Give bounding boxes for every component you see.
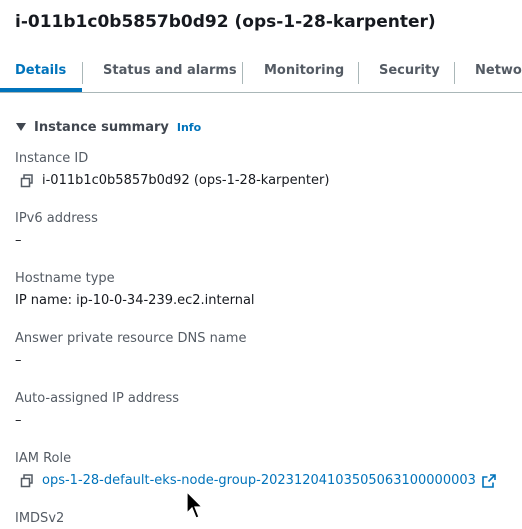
iam-role-value-row: ops-1-28-default-eks-node-group-20231204…: [15, 473, 496, 488]
hostname-type-label: Hostname type: [15, 271, 115, 286]
answer-private-dns-label: Answer private resource DNS name: [15, 331, 247, 346]
section-title: Instance summary: [34, 119, 169, 135]
copy-icon[interactable]: [20, 473, 34, 488]
imdsv2-label: IMDSv2: [15, 511, 65, 526]
tab-divider: [242, 62, 243, 84]
auto-assigned-ip-value: –: [15, 413, 22, 428]
instance-summary-toggle[interactable]: Instance summary Info: [15, 118, 201, 136]
tab-divider: [358, 62, 359, 84]
copy-icon[interactable]: [20, 173, 34, 188]
hostname-type-value: IP name: ip-10-0-34-239.ec2.internal: [15, 293, 255, 308]
tab-networking[interactable]: Networ: [475, 52, 522, 90]
tab-divider: [82, 62, 83, 84]
active-tab-indicator: [0, 88, 82, 92]
page-title: i-011b1c0b5857b0d92 (ops-1-28-karpenter): [15, 12, 436, 32]
ipv6-address-value: –: [15, 233, 22, 248]
iam-role-label: IAM Role: [15, 451, 72, 466]
info-link[interactable]: Info: [177, 121, 201, 134]
tab-bar: Details Status and alarms Monitoring Sec…: [0, 52, 522, 93]
ipv6-address-label: IPv6 address: [15, 211, 98, 226]
mouse-pointer-icon: [186, 491, 204, 519]
instance-id-value: i-011b1c0b5857b0d92 (ops-1-28-karpenter): [42, 173, 330, 188]
answer-private-dns-value: –: [15, 353, 22, 368]
tab-security[interactable]: Security: [379, 52, 440, 90]
tab-details[interactable]: Details: [15, 52, 66, 90]
auto-assigned-ip-label: Auto-assigned IP address: [15, 391, 179, 406]
iam-role-link[interactable]: ops-1-28-default-eks-node-group-20231204…: [42, 473, 476, 488]
caret-down-icon: [16, 123, 26, 131]
instance-id-label: Instance ID: [15, 151, 89, 166]
tab-monitoring[interactable]: Monitoring: [264, 52, 344, 90]
tab-divider: [454, 62, 455, 84]
external-link-icon[interactable]: [482, 473, 496, 488]
tab-status-and-alarms[interactable]: Status and alarms: [103, 52, 237, 90]
instance-id-value-row: i-011b1c0b5857b0d92 (ops-1-28-karpenter): [15, 173, 329, 188]
